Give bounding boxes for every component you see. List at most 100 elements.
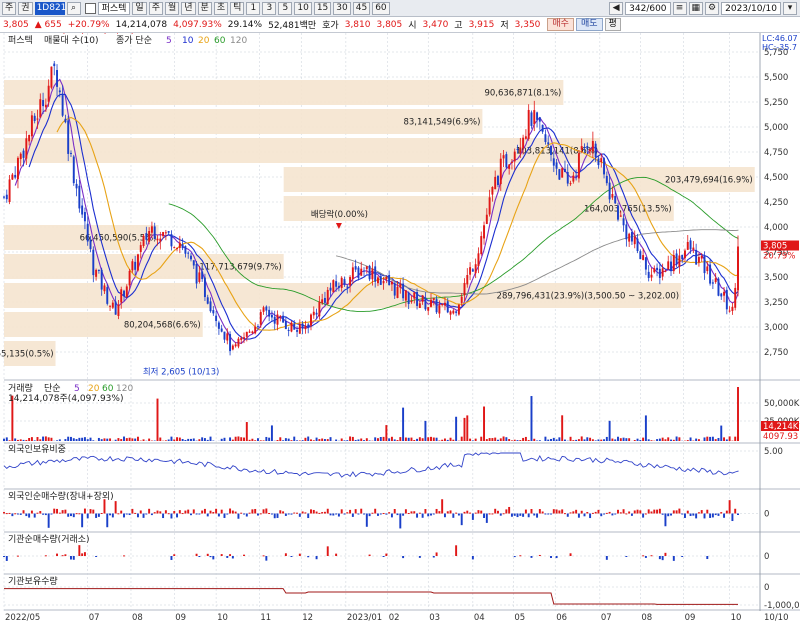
candle-body: [33, 115, 36, 121]
volume-bar: [390, 436, 393, 441]
foreign-net-bar: [217, 513, 220, 517]
volume-bar: [265, 436, 268, 441]
minute-3[interactable]: 3: [262, 1, 277, 15]
volume-bar: [123, 436, 125, 441]
chart-icon[interactable]: ▦: [688, 1, 704, 15]
toolbar-right-button[interactable]: 권: [18, 1, 33, 15]
bar-count[interactable]: 342/600: [625, 1, 671, 15]
buy-button[interactable]: 매수: [547, 18, 574, 31]
volume-bar: [424, 420, 427, 441]
candle-body: [164, 232, 167, 234]
period-minute[interactable]: 분: [197, 1, 212, 15]
minute-10[interactable]: 10: [294, 1, 312, 15]
candle-body: [268, 309, 271, 317]
volume-bar: [290, 440, 293, 441]
volume-bar: [483, 406, 485, 441]
sell-button[interactable]: 매도: [575, 18, 603, 31]
candle-body: [284, 320, 287, 330]
candle-body: [89, 239, 92, 249]
stock-chart[interactable]: 90,636,871(8.1%)83,141,549(6.9%)103,813,…: [0, 33, 800, 622]
trade-amount: 52,481백만: [268, 21, 317, 31]
candle-body: [64, 118, 67, 123]
foreign-net-bar: [717, 513, 720, 516]
candle-body: [95, 269, 98, 277]
period-tick[interactable]: 틱: [230, 1, 245, 15]
list-icon[interactable]: ≡: [672, 1, 687, 15]
minute-30[interactable]: 30: [333, 1, 351, 15]
calendar-icon[interactable]: ▾: [783, 1, 797, 15]
foreign-net-bar: [594, 511, 597, 514]
volume-bar: [89, 437, 92, 441]
foreign-net-bar: [630, 513, 633, 516]
candle-body: [513, 151, 516, 162]
period-year[interactable]: 년: [181, 1, 196, 15]
minute-60[interactable]: 60: [372, 1, 390, 15]
low-label: 저: [500, 21, 509, 31]
avg-button[interactable]: 평: [604, 18, 621, 31]
foreign-net-bar: [89, 509, 92, 514]
minute-5[interactable]: 5: [278, 1, 293, 15]
search-icon[interactable]: ⌕: [66, 1, 81, 15]
toolbar-main-button[interactable]: 주: [2, 1, 17, 15]
foreign-net-bar: [558, 510, 561, 514]
date-input[interactable]: 2023/10/10: [721, 1, 781, 15]
candle-body: [647, 271, 650, 278]
candle-body: [510, 161, 513, 163]
candle-body: [192, 260, 195, 266]
gear-icon[interactable]: ⚙: [705, 1, 720, 15]
minute-1[interactable]: 1: [246, 1, 261, 15]
foreign-net-bar: [466, 510, 469, 514]
volume-bar: [656, 439, 659, 441]
foreign-net-bar: [432, 513, 435, 515]
foreign-net-bar: [418, 512, 421, 514]
candle-body: [67, 120, 70, 154]
foreign-net-bar: [689, 513, 692, 516]
candle-body: [555, 162, 558, 169]
foreign-net-bar: [672, 510, 675, 514]
foreign-net-bar: [505, 509, 508, 514]
prev-icon[interactable]: ◀: [609, 1, 624, 15]
volume-bar: [248, 439, 251, 441]
foreign-net-bar: [591, 512, 594, 514]
foreign-net-bar: [628, 511, 631, 514]
stock-code-input[interactable]: 1D821: [34, 1, 66, 15]
volume-bar: [354, 439, 357, 441]
volume-bar: [209, 436, 212, 441]
candle-body: [689, 240, 692, 250]
price-tick-label: 4,000: [764, 223, 788, 233]
foreign-net-bar: [64, 509, 67, 514]
candle-body: [463, 282, 466, 296]
candle-body: [81, 205, 84, 215]
inst-net-bar: [198, 556, 201, 558]
minute-45[interactable]: 45: [352, 1, 371, 15]
foreign-net-bar: [452, 513, 455, 518]
volume-bar: [176, 437, 179, 441]
period-month[interactable]: 월: [164, 1, 180, 15]
volume-bar: [533, 438, 536, 441]
volume-bar: [678, 437, 681, 441]
foreign-net-bar: [22, 510, 25, 514]
candle-body: [653, 268, 656, 273]
period-second[interactable]: 초: [213, 1, 229, 15]
candle-body: [50, 66, 53, 88]
ma-legend-title: 종가 단순: [116, 35, 152, 46]
foreign-net-bar: [243, 513, 245, 515]
candle-body: [310, 314, 312, 326]
candle-body: [684, 250, 686, 259]
minute-15[interactable]: 15: [313, 1, 332, 15]
link-checkbox[interactable]: [84, 2, 96, 14]
foreign-net-bar: [190, 513, 192, 516]
period-week[interactable]: 주: [148, 1, 163, 15]
candle-body: [675, 253, 678, 265]
time-tick-label-end: 10/10: [764, 613, 789, 622]
candle-body: [100, 269, 103, 290]
foreign-net-bar: [410, 511, 413, 514]
period-day[interactable]: 일: [132, 1, 147, 15]
volume-bar: [396, 440, 399, 441]
volume-bar: [223, 437, 226, 441]
inst-net-bar: [170, 556, 173, 560]
foreign-net-bar: [720, 512, 723, 514]
volume-bar: [664, 439, 667, 441]
inst-net-bar: [81, 553, 84, 556]
inst-net-bar: [555, 556, 558, 559]
